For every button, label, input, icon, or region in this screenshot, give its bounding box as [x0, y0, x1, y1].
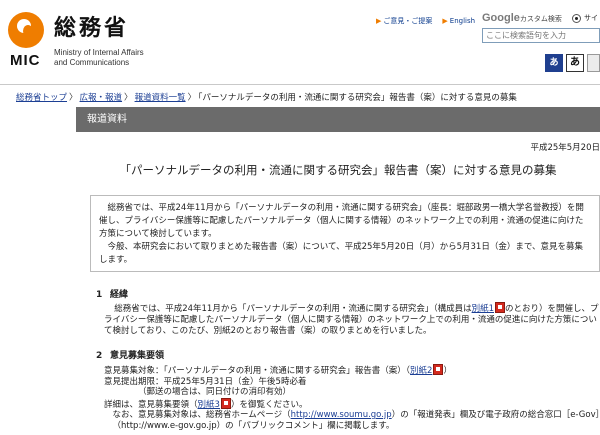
breadcrumb-press-list[interactable]: 報道資料一覧	[135, 93, 186, 103]
breadcrumb-home[interactable]: 総務省トップ	[16, 93, 67, 103]
search-input[interactable]	[482, 28, 600, 43]
site-header: 総務省 MIC Ministry of Internal Affairs and…	[0, 0, 600, 82]
section-2-body: 意見募集対象：「パーソナルデータの利用・流通に関する研究会」報告書（案）（別紙2…	[104, 364, 600, 431]
deadline-line: 意見提出期限：平成25年5月31日（金）午後5時必着	[104, 376, 307, 387]
intro-paragraph-2: 今般、本研究会において取りまとめた報告書（案）について、平成25年5月20日（月…	[99, 242, 583, 265]
breadcrumb-current: 「パーソナルデータの利用・流通に関する研究会」報告書（案）に対する意見の募集	[198, 93, 517, 103]
page-title: 「パーソナルデータの利用・流通に関する研究会」報告書（案）に対する意見の募集	[119, 163, 557, 177]
contact-link[interactable]: ご意見・ご提案	[383, 17, 432, 25]
english-link-wrap[interactable]: ▶ English	[442, 17, 475, 25]
mic-logo[interactable]: 総務省 MIC Ministry of Internal Affairs and…	[8, 10, 198, 70]
publish-date: 平成25年5月20日	[530, 143, 600, 153]
text-size-icon[interactable]: あ	[566, 54, 584, 72]
postmark-note: （郵送の場合は、同日付けの消印有効）	[138, 387, 292, 397]
site-search-radio-label: サイト	[584, 14, 600, 22]
details-line: 詳細は、意見募集要領（別紙3 ）を御覧ください。	[104, 397, 308, 410]
section-1-heading: 1 経緯	[96, 290, 129, 300]
top-links: ▶ ご意見・ご提案 ▶ English	[376, 16, 475, 26]
breadcrumb: 総務省トップ〉広報・報道〉報道資料一覧〉「パーソナルデータの利用・流通に関する研…	[16, 93, 517, 103]
logo-mark-icon	[8, 12, 44, 48]
pdf-icon	[433, 364, 444, 375]
target-line: 意見募集対象：「パーソナルデータの利用・流通に関する研究会」報告書（案）（別紙2…	[104, 364, 452, 376]
pdf-icon	[220, 397, 231, 409]
arrow-right-icon: ▶	[442, 17, 448, 25]
section-banner: 報道資料	[76, 107, 600, 132]
header-divider	[0, 84, 600, 85]
site-search-radio[interactable]	[572, 14, 581, 23]
intro-paragraph-1: 総務省では、平成24年11月から「パーソナルデータの利用・流通に関する研究会」（…	[99, 203, 584, 239]
english-link[interactable]: English	[450, 17, 475, 25]
publication-note: なお、意見募集対象は、総務省ホームページ（http://www.soumu.go…	[112, 410, 600, 431]
intro-box: 総務省では、平成24年11月から「パーソナルデータの利用・流通に関する研究会」（…	[90, 195, 600, 272]
section-1-body: 総務省では、平成24年11月から「パーソナルデータの利用・流通に関する研究会」（…	[104, 302, 599, 336]
section-2-heading: 2 意見募集要領	[96, 351, 165, 361]
arrow-right-icon: ▶	[376, 17, 382, 25]
furigana-icon[interactable]: あ	[545, 54, 563, 72]
attachment-3-link[interactable]: 別紙3	[198, 400, 220, 410]
contact-link-wrap[interactable]: ▶ ご意見・ご提案	[376, 16, 432, 26]
soumu-homepage-link[interactable]: http://www.soumu.go.jp	[291, 410, 392, 420]
accessibility-tool-icon[interactable]	[587, 54, 600, 72]
attachment-1-link[interactable]: 別紙1	[472, 304, 494, 314]
attachment-2-link[interactable]: 別紙2	[410, 366, 432, 376]
logo-abbr: MIC	[10, 52, 41, 69]
google-custom-search-label: Googleカスタム検索	[482, 12, 562, 24]
pdf-icon	[495, 302, 505, 313]
logo-english-text: Ministry of Internal Affairs and Communi…	[54, 48, 144, 67]
logo-japanese-text: 総務省	[54, 15, 130, 41]
breadcrumb-pr[interactable]: 広報・報道	[80, 93, 123, 103]
